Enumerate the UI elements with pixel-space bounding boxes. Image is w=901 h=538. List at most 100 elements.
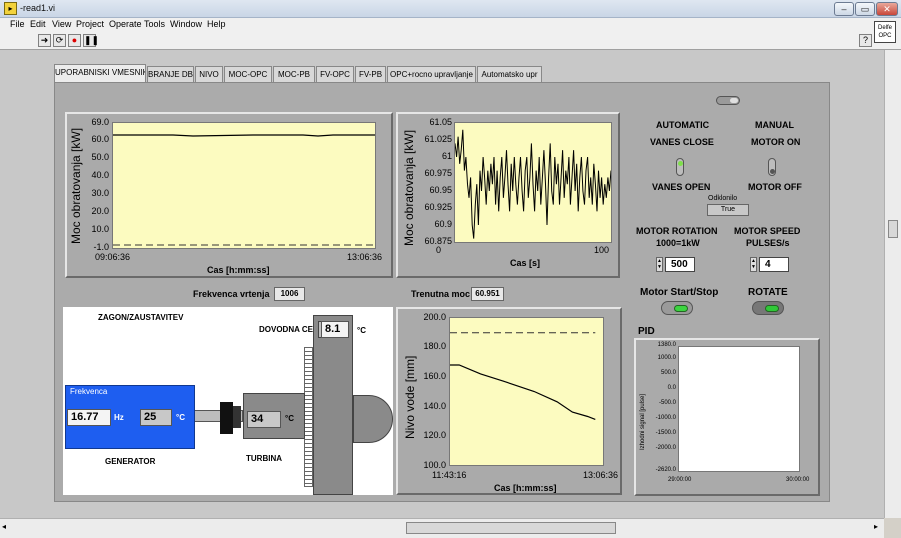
dovodna-cev-label: DOVODNA CEV (259, 325, 319, 334)
generator-temp-value: 25 (140, 409, 172, 426)
tab-fv-pb[interactable]: FV-PB (355, 66, 386, 82)
water-level-graph: 200.0 180.0 160.0 140.0 120.0 100.0 11:4… (396, 307, 622, 495)
power-ytick: 60.0 (91, 134, 109, 144)
close-button[interactable]: ✕ (876, 2, 898, 16)
turbina-temp-value: 34 (247, 411, 281, 428)
pause-icon[interactable]: ❚❚ (83, 34, 99, 47)
motor-speed-input[interactable]: 4 (759, 257, 789, 272)
odklonilo-label: Odklonilo (708, 195, 738, 202)
pid-ytick: -500.0 (658, 400, 676, 406)
zagon-zaustavitev-label: ZAGON/ZAUSTAVITEV (98, 313, 184, 322)
water-ytick: 120.0 (423, 430, 446, 440)
generator-temp-unit: °C (176, 413, 185, 422)
power-seconds-graph: 61.05 61.025 61 60.975 60.95 60.925 60.9… (396, 112, 620, 278)
run-continuous-icon[interactable]: ⟳ (53, 34, 66, 47)
vertical-scrollbar[interactable] (884, 50, 901, 518)
power-s-ytick: 61.05 (429, 117, 452, 127)
pid-ytick: 1380.0 (657, 342, 676, 348)
auto-manual-switch[interactable] (716, 96, 740, 105)
turbine-outlet (353, 395, 393, 443)
menu-edit[interactable]: Edit (30, 19, 46, 29)
motor-speed-unit: PULSES/s (746, 238, 790, 248)
power-history-svg (113, 134, 375, 246)
power-seconds-line (454, 129, 612, 239)
power-s-ytick: 60.9 (434, 219, 452, 229)
minimize-button[interactable]: – (834, 2, 854, 16)
horizontal-scrollbar[interactable]: ◂ ▸ (0, 518, 884, 538)
menu-window[interactable]: Window (170, 19, 202, 29)
vanes-open-label: VANES OPEN (652, 182, 711, 192)
pid-ytick: 500.0 (660, 370, 676, 376)
opc-badge: Delfe OPC (874, 21, 896, 43)
trenutna-moc-label: Trenutna moc (411, 289, 471, 299)
power-s-ytick: 60.95 (429, 185, 452, 195)
power-ytick: 40.0 (91, 170, 109, 180)
motor-toggle[interactable] (768, 158, 776, 176)
run-arrow-icon[interactable]: ➜ (38, 34, 51, 47)
menu-tools[interactable]: Tools (144, 19, 165, 29)
menu-project[interactable]: Project (76, 19, 104, 29)
tab-branje-db[interactable]: BRANJE DB (147, 66, 194, 82)
pid-ytick: -1000.0 (655, 415, 676, 421)
scroll-right-icon[interactable]: ▸ (874, 522, 878, 531)
motor-rotation-input[interactable]: 500 (665, 257, 695, 272)
help-button[interactable]: ? (859, 34, 872, 47)
pid-ytick: -2000.0 (655, 445, 676, 451)
maximize-button[interactable]: ▭ (855, 2, 875, 16)
water-xlabel: Cas [h:mm:ss] (494, 483, 557, 493)
dovodna-cev-unit: °C (357, 326, 366, 335)
rotate-label: ROTATE (748, 287, 788, 298)
menu-view[interactable]: View (52, 19, 71, 29)
motor-speed-label: MOTOR SPEED (734, 226, 801, 236)
power-ytick: 30.0 (91, 188, 109, 198)
tab-fv-opc[interactable]: FV-OPC (316, 66, 354, 82)
tab-automatsko-upr[interactable]: Automatsko upr (477, 66, 542, 82)
tab-moc-pb[interactable]: MOC-PB (273, 66, 315, 82)
abort-icon[interactable]: ● (68, 34, 81, 47)
frekvenca-label: Frekvenca (70, 387, 108, 396)
power-s-ylabel: Moc obratovanja [kW] (402, 129, 416, 246)
tab-opc-rocno-upravljanje[interactable]: OPC+rocno upravljanje (387, 66, 476, 82)
motor-rotation-label: MOTOR ROTATION (636, 226, 718, 236)
water-ytick: 100.0 (423, 460, 446, 470)
scroll-left-icon[interactable]: ◂ (2, 522, 6, 531)
menu-help[interactable]: Help (207, 19, 226, 29)
turbina-label: TURBINA (246, 454, 282, 463)
motor-rotation-spinner[interactable]: ▲ ▼ (656, 257, 663, 272)
vertical-scroll-thumb[interactable] (888, 220, 898, 238)
horizontal-scroll-thumb[interactable] (406, 522, 616, 534)
power-s-ytick: 61.025 (424, 134, 452, 144)
menu-operate[interactable]: Operate (109, 19, 142, 29)
menu-file[interactable]: File (10, 19, 25, 29)
pid-xtick: 30:00:00 (786, 477, 810, 483)
coupling-flange (233, 406, 241, 428)
manual-label: MANUAL (755, 120, 794, 130)
frekvenca-vrtenja-value: 1006 (274, 287, 305, 301)
pid-ytick: -1500.0 (655, 430, 676, 436)
pid-plot (678, 346, 800, 472)
rotate-button[interactable] (752, 301, 784, 315)
motor-on-label: MOTOR ON (751, 137, 801, 147)
power-xlabel: Cas [h:mm:ss] (207, 265, 270, 275)
power-ytick: -1.0 (93, 242, 109, 252)
tab-uporabniski-vmesnik[interactable]: UPORABNISKI VMESNIK (54, 64, 146, 83)
motor-start-stop-label: Motor Start/Stop (640, 287, 719, 298)
window-title: -read1.vi (20, 3, 56, 13)
power-ytick: 69.0 (91, 117, 109, 127)
motor-start-stop-button[interactable] (661, 301, 693, 315)
turbina-temp-unit: °C (285, 414, 294, 423)
tab-moc-opc[interactable]: MOC-OPC (224, 66, 272, 82)
menu-bar: File Edit View Project Operate Tools Win… (0, 18, 901, 32)
power-history-line (113, 134, 375, 137)
coupling (220, 402, 233, 434)
water-xtick: 13:06:36 (583, 470, 619, 480)
vanes-toggle[interactable] (676, 158, 684, 176)
water-level-plot (449, 317, 604, 466)
tab-nivo[interactable]: NIVO (195, 66, 223, 82)
frekvenca-unit: Hz (114, 413, 124, 422)
pid-xtick: 29:00:00 (668, 477, 692, 483)
motor-speed-spinner[interactable]: ▲ ▼ (750, 257, 757, 272)
power-s-ytick: 60.975 (424, 168, 452, 178)
automatic-label: AUTOMATIC (656, 120, 710, 130)
pid-ytick: -2620.0 (655, 467, 676, 473)
